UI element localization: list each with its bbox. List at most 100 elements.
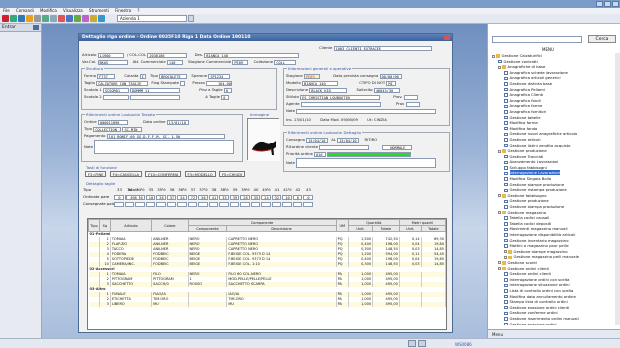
- rif-cliente-field[interactable]: [319, 144, 370, 150]
- size-cons-15[interactable]: [271, 201, 282, 207]
- close-button[interactable]: [612, 1, 619, 7]
- size-cons-2[interactable]: [135, 201, 145, 207]
- size-ord-0[interactable]: 0: [114, 194, 124, 200]
- nav-next-icon[interactable]: [418, 340, 426, 347]
- pinz-field[interactable]: 0: [223, 87, 232, 93]
- size-ord-17[interactable]: 6: [292, 194, 303, 200]
- menu-finestra[interactable]: Finestra: [115, 8, 131, 13]
- find-icon[interactable]: [66, 15, 73, 22]
- size-ord-6[interactable]: 54: [177, 194, 187, 200]
- size-cons-17[interactable]: [292, 201, 303, 207]
- size-ord-4[interactable]: 26: [156, 194, 166, 200]
- size-ord-18[interactable]: 0: [303, 194, 313, 200]
- menu-tree-item[interactable]: Gestione evasione ordini: [492, 322, 616, 325]
- pin-icon[interactable]: [33, 25, 39, 30]
- rif-note-field[interactable]: [94, 140, 235, 154]
- pagamento-field[interactable]: 101 BONIF.60 GG.D.F.F.M. SC. 1,50: [106, 133, 225, 139]
- size-cons-6[interactable]: [177, 201, 187, 207]
- print-icon[interactable]: [34, 15, 41, 22]
- menu-tab[interactable]: Menu: [488, 329, 620, 338]
- size-cons-10[interactable]: [219, 201, 229, 207]
- ctipo-field[interactable]: MI: [386, 80, 397, 86]
- prov-field[interactable]: [403, 94, 418, 100]
- att-field[interactable]: 140: [166, 59, 183, 65]
- calc-icon[interactable]: [82, 15, 89, 22]
- descrizione-field[interactable]: BLACK KID: [309, 87, 348, 93]
- colore-field[interactable]: 2030186: [147, 52, 188, 58]
- menu-help[interactable]: ?: [137, 8, 139, 13]
- expand-icon[interactable]: [504, 255, 507, 259]
- modello-button[interactable]: F3=MODELLO: [184, 171, 216, 177]
- chiudi-button[interactable]: F5=CHIUDI: [218, 171, 245, 177]
- size-cons-14[interactable]: [261, 201, 271, 207]
- sollecito-field[interactable]: 46043/30: [373, 87, 400, 93]
- new-icon[interactable]: [10, 15, 17, 22]
- size-cons-12[interactable]: [240, 201, 250, 207]
- chevron-down-icon[interactable]: [188, 15, 194, 22]
- sperone-field[interactable]: SP1234: [208, 73, 231, 79]
- menu-search-input[interactable]: [492, 36, 582, 43]
- scatola2-field[interactable]: [102, 94, 129, 100]
- menu-strumenti[interactable]: Strumenti: [89, 8, 109, 13]
- company-select[interactable]: Azienda 1: [117, 15, 187, 22]
- size-ord-15[interactable]: 32: [271, 194, 282, 200]
- size-ord-13[interactable]: 35: [250, 194, 261, 200]
- size-cons-7[interactable]: [187, 201, 198, 207]
- size-cons-1[interactable]: [124, 201, 135, 207]
- des-field[interactable]: BIANCA 140: [204, 52, 300, 58]
- help-icon[interactable]: [98, 15, 105, 22]
- copy-icon[interactable]: [50, 15, 57, 22]
- scatola1-field[interactable]: SCSOR01: [102, 87, 129, 93]
- modello-field[interactable]: BIANCA 140: [302, 80, 338, 86]
- size-cons-5[interactable]: [166, 201, 177, 207]
- taglie-field[interactable]: 0: [221, 94, 230, 100]
- al-field[interactable]: 15/04/10: [337, 137, 360, 143]
- menu-modifica[interactable]: Modifica: [40, 8, 57, 13]
- size-cons-9[interactable]: [208, 201, 219, 207]
- size-ord-3[interactable]: 10: [145, 194, 156, 200]
- taglio-field[interactable]: CALZATURE CON TAGLIE: [96, 80, 149, 86]
- expand-icon[interactable]: [498, 194, 501, 198]
- size-cons-18[interactable]: [303, 201, 313, 207]
- menu-visualizza[interactable]: Visualizza: [63, 8, 83, 13]
- size-cons-0[interactable]: [114, 201, 124, 207]
- expand-icon[interactable]: [498, 211, 501, 215]
- size-cons-8[interactable]: [198, 201, 208, 207]
- consegna-field[interactable]: 15/04/10: [306, 137, 329, 143]
- refresh-icon[interactable]: [74, 15, 81, 22]
- stilista-field[interactable]: ES CHRISTIAN LOUBOUTIN: [300, 94, 381, 100]
- expand-icon[interactable]: [498, 267, 501, 271]
- size-ord-9[interactable]: 41: [208, 194, 219, 200]
- size-ord-16[interactable]: 10: [282, 194, 292, 200]
- rif-tipo-field[interactable]: COLLECTION: [93, 126, 122, 132]
- size-ord-10[interactable]: 35: [219, 194, 229, 200]
- info-stagione-field[interactable]: PE09: [303, 73, 320, 79]
- prov2-field[interactable]: [405, 101, 420, 107]
- stagione-comm-field[interactable]: PE09: [232, 59, 249, 65]
- table-row[interactable]: 3 LIBERO MU MU PA 1,000 495,00: [88, 301, 446, 307]
- cerca-button[interactable]: Cerca: [588, 35, 616, 43]
- size-ord-11[interactable]: 39: [229, 194, 240, 200]
- collezione-field[interactable]: COLL: [274, 59, 297, 65]
- size-ord-8[interactable]: 56: [198, 194, 208, 200]
- size-cons-3[interactable]: [145, 201, 156, 207]
- data-prev-field[interactable]: 00/00/00: [379, 73, 402, 79]
- cancella-button[interactable]: F4=CANCELLA: [109, 171, 143, 177]
- size-ord-5[interactable]: 37: [166, 194, 177, 200]
- paste-icon[interactable]: [58, 15, 65, 22]
- size-cons-13[interactable]: [250, 201, 261, 207]
- nav-prev-icon[interactable]: [408, 340, 416, 347]
- rif-tipo2-field[interactable]: SC-MIN: [122, 126, 143, 132]
- expand-icon[interactable]: [504, 250, 507, 254]
- tipo-field[interactable]: BROCOLETE: [159, 73, 188, 79]
- articolo-field[interactable]: L1900: [97, 52, 124, 58]
- exit-icon[interactable]: [2, 15, 9, 22]
- menu-file[interactable]: File: [3, 8, 10, 13]
- close-icon[interactable]: [444, 35, 450, 40]
- cut-icon[interactable]: [42, 15, 49, 22]
- agente-field[interactable]: [300, 101, 381, 107]
- prezzo-field[interactable]: 164,00: [206, 80, 232, 86]
- minimize-button[interactable]: [596, 1, 603, 7]
- forma-field[interactable]: F737: [97, 73, 116, 79]
- save-icon[interactable]: [26, 15, 33, 22]
